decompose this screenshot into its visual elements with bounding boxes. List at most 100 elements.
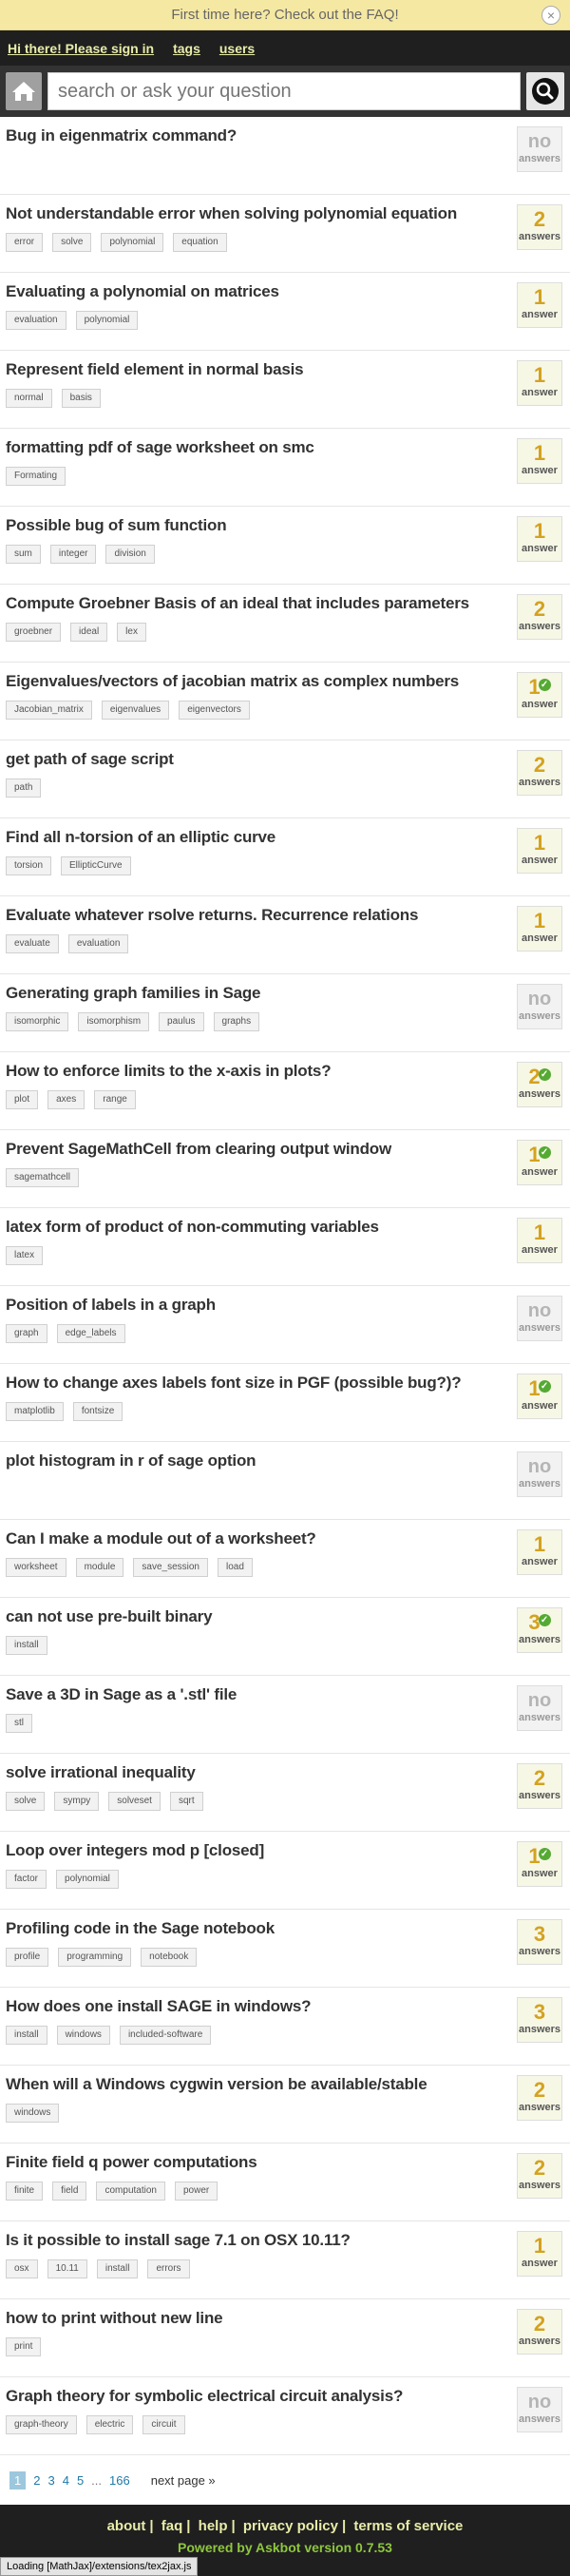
tag[interactable]: print [6, 2337, 42, 2356]
question-title[interactable]: Profiling code in the Sage notebook [6, 1919, 509, 1938]
tag[interactable]: included-software [119, 2026, 212, 2045]
page-link[interactable]: 5 [77, 2473, 84, 2488]
question-title[interactable]: Find all n-torsion of an elliptic curve [6, 828, 509, 847]
tag[interactable]: solve [6, 1792, 46, 1811]
question-title[interactable]: Graph theory for symbolic electrical cir… [6, 2387, 509, 2406]
tag[interactable]: integer [49, 545, 97, 564]
footer-link-faq[interactable]: faq [162, 2518, 183, 2534]
question-title[interactable]: solve irrational inequality [6, 1763, 509, 1782]
tag[interactable]: profile [6, 1948, 49, 1967]
search-button[interactable] [526, 72, 564, 110]
question-title[interactable]: How does one install SAGE in windows? [6, 1997, 509, 2016]
question-title[interactable]: formatting pdf of sage worksheet on smc [6, 438, 509, 457]
faq-banner-text[interactable]: First time here? Check out the FAQ! [171, 7, 398, 23]
tag[interactable]: save_session [133, 1558, 208, 1577]
faq-banner[interactable]: First time here? Check out the FAQ! × [0, 0, 570, 30]
powered-by[interactable]: Powered by Askbot version 0.7.53 [0, 2540, 570, 2555]
tag[interactable]: 10.11 [47, 2259, 87, 2278]
tag[interactable]: module [75, 1558, 124, 1577]
question-title[interactable]: plot histogram in r of sage option [6, 1451, 509, 1471]
tag[interactable]: polynomial [75, 311, 139, 330]
close-icon[interactable]: × [542, 6, 560, 25]
tag[interactable]: power [174, 2182, 218, 2201]
question-title[interactable]: Not understandable error when solving po… [6, 204, 509, 223]
tag[interactable]: isomorphic [6, 1012, 69, 1031]
question-title[interactable]: When will a Windows cygwin version be av… [6, 2075, 509, 2094]
tag[interactable]: field [52, 2182, 87, 2201]
page-link[interactable]: 4 [63, 2473, 69, 2488]
search-input[interactable] [48, 72, 521, 110]
tag[interactable]: error [6, 233, 44, 252]
question-title[interactable]: Can I make a module out of a worksheet? [6, 1529, 509, 1548]
tag[interactable]: evaluation [6, 311, 66, 330]
question-title[interactable]: get path of sage script [6, 750, 509, 769]
tag[interactable]: worksheet [6, 1558, 66, 1577]
tag[interactable]: paulus [159, 1012, 204, 1031]
sign-in-link[interactable]: Hi there! Please sign in [8, 41, 154, 56]
tag[interactable]: install [96, 2259, 139, 2278]
question-title[interactable]: can not use pre-built binary [6, 1607, 509, 1626]
tag[interactable]: EllipticCurve [61, 856, 131, 875]
tag[interactable]: finite [6, 2182, 44, 2201]
question-title[interactable]: Evaluate whatever rsolve returns. Recurr… [6, 906, 509, 925]
page-link[interactable]: 3 [48, 2473, 54, 2488]
tag[interactable]: osx [6, 2259, 38, 2278]
question-title[interactable]: Generating graph families in Sage [6, 984, 509, 1003]
tag[interactable]: sqrt [169, 1792, 203, 1811]
tag[interactable]: load [217, 1558, 253, 1577]
tag[interactable]: evaluate [6, 934, 59, 953]
question-title[interactable]: How to enforce limits to the x-axis in p… [6, 1062, 509, 1081]
tag[interactable]: sympy [54, 1792, 100, 1811]
question-title[interactable]: Bug in eigenmatrix command? [6, 126, 509, 145]
tag[interactable]: matplotlib [6, 1402, 64, 1421]
tag[interactable]: isomorphism [78, 1012, 150, 1031]
tag[interactable]: computation [96, 2182, 165, 2201]
footer-link-privacy[interactable]: privacy policy [243, 2518, 338, 2534]
tag[interactable]: plot [6, 1090, 39, 1109]
tag[interactable]: polynomial [101, 233, 164, 252]
tag[interactable]: stl [6, 1714, 32, 1733]
question-title[interactable]: Represent field element in normal basis [6, 360, 509, 379]
tag[interactable]: solve [52, 233, 92, 252]
tag[interactable]: eigenvectors [179, 701, 250, 720]
tag[interactable]: errors [147, 2259, 190, 2278]
home-button[interactable] [6, 72, 42, 110]
question-title[interactable]: Compute Groebner Basis of an ideal that … [6, 594, 509, 613]
users-link[interactable]: users [219, 41, 255, 56]
tag[interactable]: polynomial [56, 1870, 119, 1889]
tag[interactable]: evaluation [67, 934, 129, 953]
tag[interactable]: circuit [142, 2415, 185, 2434]
tag[interactable]: lex [117, 623, 146, 642]
tag[interactable]: path [6, 779, 42, 798]
tag[interactable]: groebner [6, 623, 62, 642]
tag[interactable]: torsion [6, 856, 52, 875]
tag[interactable]: basis [61, 389, 101, 408]
page-link-last[interactable]: 166 [109, 2473, 130, 2488]
tag[interactable]: programming [58, 1948, 132, 1967]
question-title[interactable]: how to print without new line [6, 2309, 509, 2328]
tags-link[interactable]: tags [173, 41, 200, 56]
tag[interactable]: graph [6, 1324, 48, 1343]
question-title[interactable]: Position of labels in a graph [6, 1296, 509, 1315]
tag[interactable]: graphs [213, 1012, 260, 1031]
tag[interactable]: axes [48, 1090, 86, 1109]
tag[interactable]: Formating [6, 467, 66, 486]
tag[interactable]: equation [173, 233, 227, 252]
question-title[interactable]: Possible bug of sum function [6, 516, 509, 535]
tag[interactable]: eigenvalues [101, 701, 170, 720]
tag[interactable]: windows [56, 2026, 110, 2045]
tag[interactable]: sagemathcell [6, 1168, 79, 1187]
question-title[interactable]: How to change axes labels font size in P… [6, 1374, 509, 1393]
question-title[interactable]: Prevent SageMathCell from clearing outpu… [6, 1140, 509, 1159]
tag[interactable]: fontsize [72, 1402, 124, 1421]
tag[interactable]: notebook [141, 1948, 198, 1967]
question-title[interactable]: Finite field q power computations [6, 2153, 509, 2172]
next-page-link[interactable]: next page » [151, 2473, 216, 2488]
footer-link-terms[interactable]: terms of service [353, 2518, 463, 2534]
tag[interactable]: graph-theory [6, 2415, 77, 2434]
tag[interactable]: windows [6, 2104, 60, 2123]
question-title[interactable]: Is it possible to install sage 7.1 on OS… [6, 2231, 509, 2250]
tag[interactable]: division [105, 545, 155, 564]
question-title[interactable]: Eigenvalues/vectors of jacobian matrix a… [6, 672, 509, 691]
question-title[interactable]: Save a 3D in Sage as a '.stl' file [6, 1685, 509, 1704]
